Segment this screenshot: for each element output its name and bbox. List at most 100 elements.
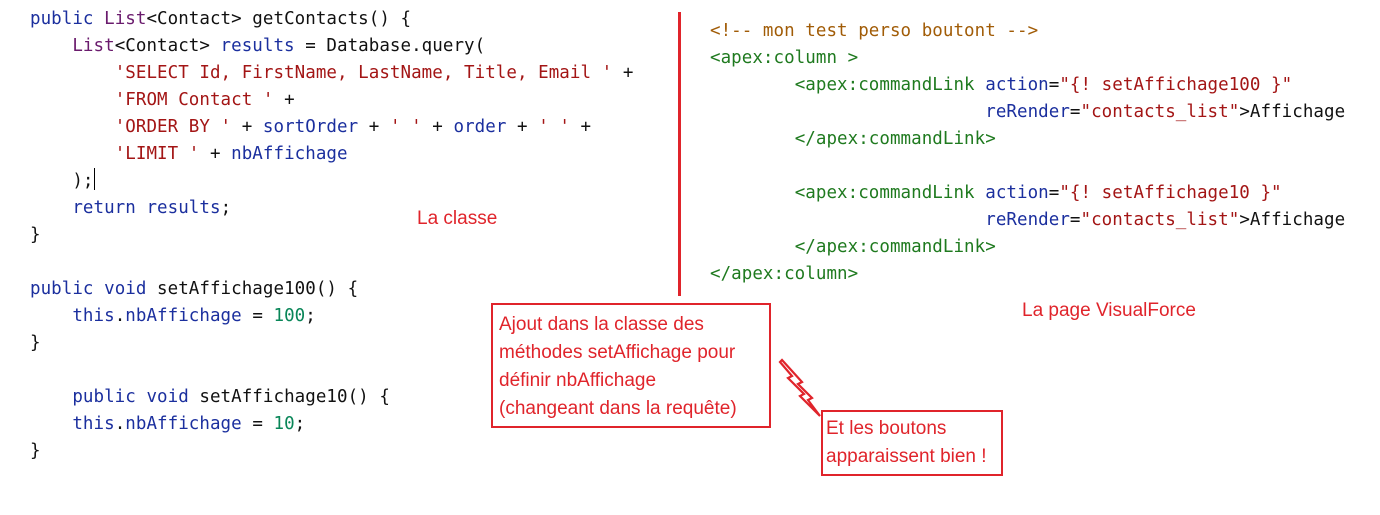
code-token: </apex:column> [710,264,859,284]
class-code-line: 'SELECT Id, FirstName, LastName, Title, … [30,60,634,87]
code-token: + [199,144,232,164]
code-token: sortOrder [262,117,359,137]
code-token: = [241,414,274,434]
code-token: <apex:commandLink [794,183,986,203]
code-token: } [30,225,41,245]
lightning-bolt-icon [778,358,821,417]
code-token: <Contact> [114,36,221,56]
class-code-line: 'LIMIT ' + nbAffichage [30,141,633,168]
code-token: public [72,387,147,407]
code-token: 'FROM Contact ' [114,90,274,110]
label-visualforce: La page VisualForce [1022,300,1196,321]
code-token: </apex:commandLink> [794,129,996,149]
code-token: "{! setAffichage100 }" [1059,75,1293,95]
code-token: <Contact> getContacts() { [146,9,412,29]
code-token: } [30,441,41,461]
code-token: . [114,306,126,326]
code-token: action [985,75,1049,95]
code-token: "{! setAffichage10 }" [1059,183,1282,203]
code-token: "contacts_list" [1080,102,1240,122]
code-token: = [1048,183,1060,203]
code-token: return [72,198,136,218]
divider-line [678,12,681,296]
note-boutons-apparaissent: Et les boutons apparaissent bien ! [821,410,1003,476]
class-code-line: ); [30,168,633,195]
page-code-line: reRender="contacts_list">Affichage [710,99,1345,126]
class-code-line: } [30,222,633,249]
page-code-line: <apex:commandLink action="{! setAffichag… [710,72,1345,99]
code-token: "contacts_list" [1080,210,1240,230]
code-token: 'LIMIT ' [114,144,200,164]
code-token: nbAffichage [125,414,242,434]
code-token: nbAffichage [125,306,242,326]
code-token: 100 [273,306,306,326]
class-code-line: 'FROM Contact ' + [30,87,633,114]
code-token: = [1069,210,1081,230]
page-code-line: <apex:column > [710,45,1345,72]
code-token: ; [294,414,306,434]
class-code-line: public List<Contact> getContacts() { [30,6,633,33]
code-token: public [30,279,105,299]
code-token: + [273,90,295,110]
code-token: void [104,279,147,299]
text-cursor [93,168,95,190]
code-token: order [453,117,507,137]
note-line: Et les boutons [826,418,947,439]
label-classe: La classe [417,208,498,229]
code-token: <apex:commandLink [794,75,986,95]
code-token: + [358,117,390,137]
code-token: nbAffichage [231,144,348,164]
note-line: apparaissent bien ! [826,446,987,467]
code-token: + [506,117,539,137]
note-line: (changeant dans la requête) [499,398,737,419]
code-token: reRender [985,102,1070,122]
code-token: reRender [985,210,1070,230]
page-code-line [710,153,1345,180]
code-token: 10 [273,414,295,434]
code-token: List [72,36,115,56]
code-token: results [146,198,221,218]
class-code-line: List<Contact> results = Database.query( [30,33,633,60]
code-token: </apex:commandLink> [794,237,996,257]
class-code-line: 'ORDER BY ' + sortOrder + ' ' + order + … [30,114,633,141]
page-code-line: </apex:commandLink> [710,126,1345,153]
code-token: + [421,117,454,137]
page-code-line: reRender="contacts_list">Affichage [710,207,1345,234]
note-line: méthodes setAffichage pour [499,342,736,363]
code-token: results [220,36,295,56]
code-token: setAffichage10() { [188,387,390,407]
code-token: ' ' [538,117,570,137]
class-code-line [30,249,633,276]
page-code-line: </apex:column> [710,261,1345,288]
code-token: ; [305,306,316,326]
code-token: ; [220,198,232,218]
page-code-line: <apex:commandLink action="{! setAffichag… [710,180,1345,207]
note-line: définir nbAffichage [499,370,657,391]
class-code-line: } [30,438,633,465]
code-token: >Affichage [1239,102,1346,122]
visualforce-page-code: <!-- mon test perso boutont --> <apex:col… [710,18,1345,288]
code-token: <apex:column > [710,48,859,68]
code-token: this [72,414,115,434]
code-token: <!-- mon test perso boutont --> [710,21,1039,41]
code-token: = [241,306,274,326]
code-token: = [1069,102,1081,122]
note-line: Ajout dans la classe des [499,314,704,335]
code-token: public [30,9,105,29]
code-token: setAffichage100() { [146,279,359,299]
code-token: void [146,387,189,407]
class-code-line: return results; [30,195,633,222]
